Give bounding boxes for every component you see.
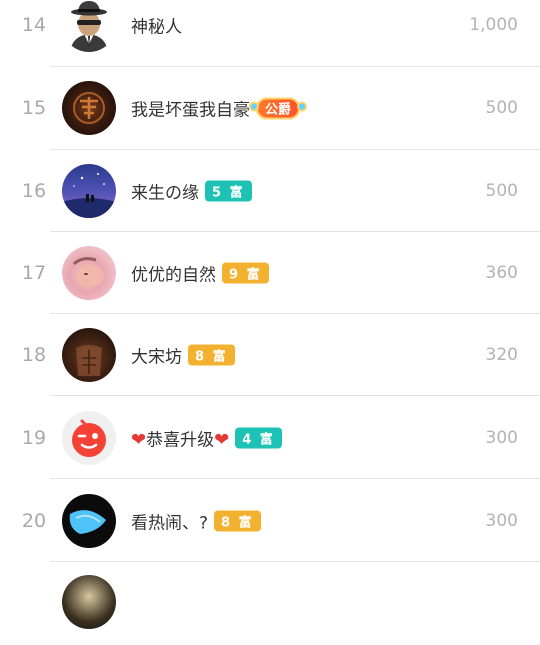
contribution-value: 1,000 bbox=[469, 15, 518, 35]
rank-number: 14 bbox=[21, 14, 47, 36]
user-name[interactable]: 优优的自然 bbox=[131, 261, 216, 286]
heart-icon: ❤ bbox=[131, 429, 147, 451]
rank-number: 18 bbox=[21, 344, 47, 366]
user-name-line: 优优的自然 9 富 bbox=[131, 261, 269, 286]
list-item[interactable]: 14 神秘人 1,000 bbox=[0, 0, 540, 66]
heart-icon: ❤ bbox=[214, 429, 230, 451]
user-name-line: 神秘人 bbox=[131, 13, 182, 38]
contribution-value: 500 bbox=[485, 181, 518, 201]
divider bbox=[50, 395, 540, 396]
contribution-value: 360 bbox=[485, 263, 518, 283]
user-name-line: 大宋坊 8 富 bbox=[131, 343, 235, 368]
avatar[interactable] bbox=[62, 0, 116, 52]
avatar[interactable] bbox=[62, 81, 116, 135]
list-item[interactable]: 19 ❤恭喜升级❤ 4 富 300 bbox=[0, 397, 540, 479]
avatar[interactable] bbox=[62, 494, 116, 548]
list-item[interactable] bbox=[0, 563, 540, 645]
user-name[interactable]: 看热闹、? bbox=[131, 509, 208, 534]
list-item[interactable]: 15 我是坏蛋我自豪 公爵 500 bbox=[0, 67, 540, 149]
avatar[interactable] bbox=[62, 411, 116, 465]
divider bbox=[50, 478, 540, 479]
rank-number: 16 bbox=[21, 180, 47, 202]
list-item[interactable]: 18 大宋坊 8 富 320 bbox=[0, 314, 540, 396]
avatar[interactable] bbox=[62, 164, 116, 218]
avatar[interactable] bbox=[62, 328, 116, 382]
contribution-value: 320 bbox=[485, 345, 518, 365]
avatar[interactable] bbox=[62, 575, 116, 629]
list-item[interactable]: 20 看热闹、? 8 富 300 bbox=[0, 480, 540, 562]
duke-title-badge: 公爵 bbox=[250, 97, 306, 119]
rank-number: 20 bbox=[21, 510, 47, 532]
user-name-line: 来生の缘 5 富 bbox=[131, 179, 252, 204]
user-name-line: ❤恭喜升级❤ 4 富 bbox=[131, 426, 282, 451]
wink-face-icon bbox=[72, 419, 106, 457]
contribution-value: 500 bbox=[485, 98, 518, 118]
user-name[interactable]: ❤恭喜升级❤ bbox=[131, 426, 229, 451]
list-item[interactable]: 16 来生の缘 5 富 500 bbox=[0, 150, 540, 232]
user-name[interactable]: 来生の缘 bbox=[131, 179, 199, 204]
wealth-level-badge: 8 富 bbox=[188, 344, 235, 366]
user-name-line: 我是坏蛋我自豪 公爵 bbox=[131, 96, 306, 121]
rank-number: 15 bbox=[21, 97, 47, 119]
list-item[interactable]: 17 优优的自然 9 富 360 bbox=[0, 232, 540, 314]
wealth-level-badge: 8 富 bbox=[214, 510, 261, 532]
contribution-value: 300 bbox=[485, 428, 518, 448]
wealth-level-badge: 4 富 bbox=[235, 427, 282, 449]
avatar[interactable] bbox=[62, 246, 116, 300]
wealth-level-badge: 5 富 bbox=[205, 180, 252, 202]
anonymous-user-icon bbox=[62, 0, 116, 52]
user-name-line: 看热闹、? 8 富 bbox=[131, 509, 261, 534]
user-name[interactable]: 我是坏蛋我自豪 bbox=[131, 96, 250, 121]
wealth-level-badge: 9 富 bbox=[222, 262, 269, 284]
divider bbox=[50, 561, 540, 562]
rank-number: 17 bbox=[21, 262, 47, 284]
user-name[interactable]: 神秘人 bbox=[131, 13, 182, 38]
user-name[interactable]: 大宋坊 bbox=[131, 343, 182, 368]
contribution-value: 300 bbox=[485, 511, 518, 531]
rank-number: 19 bbox=[21, 427, 47, 449]
